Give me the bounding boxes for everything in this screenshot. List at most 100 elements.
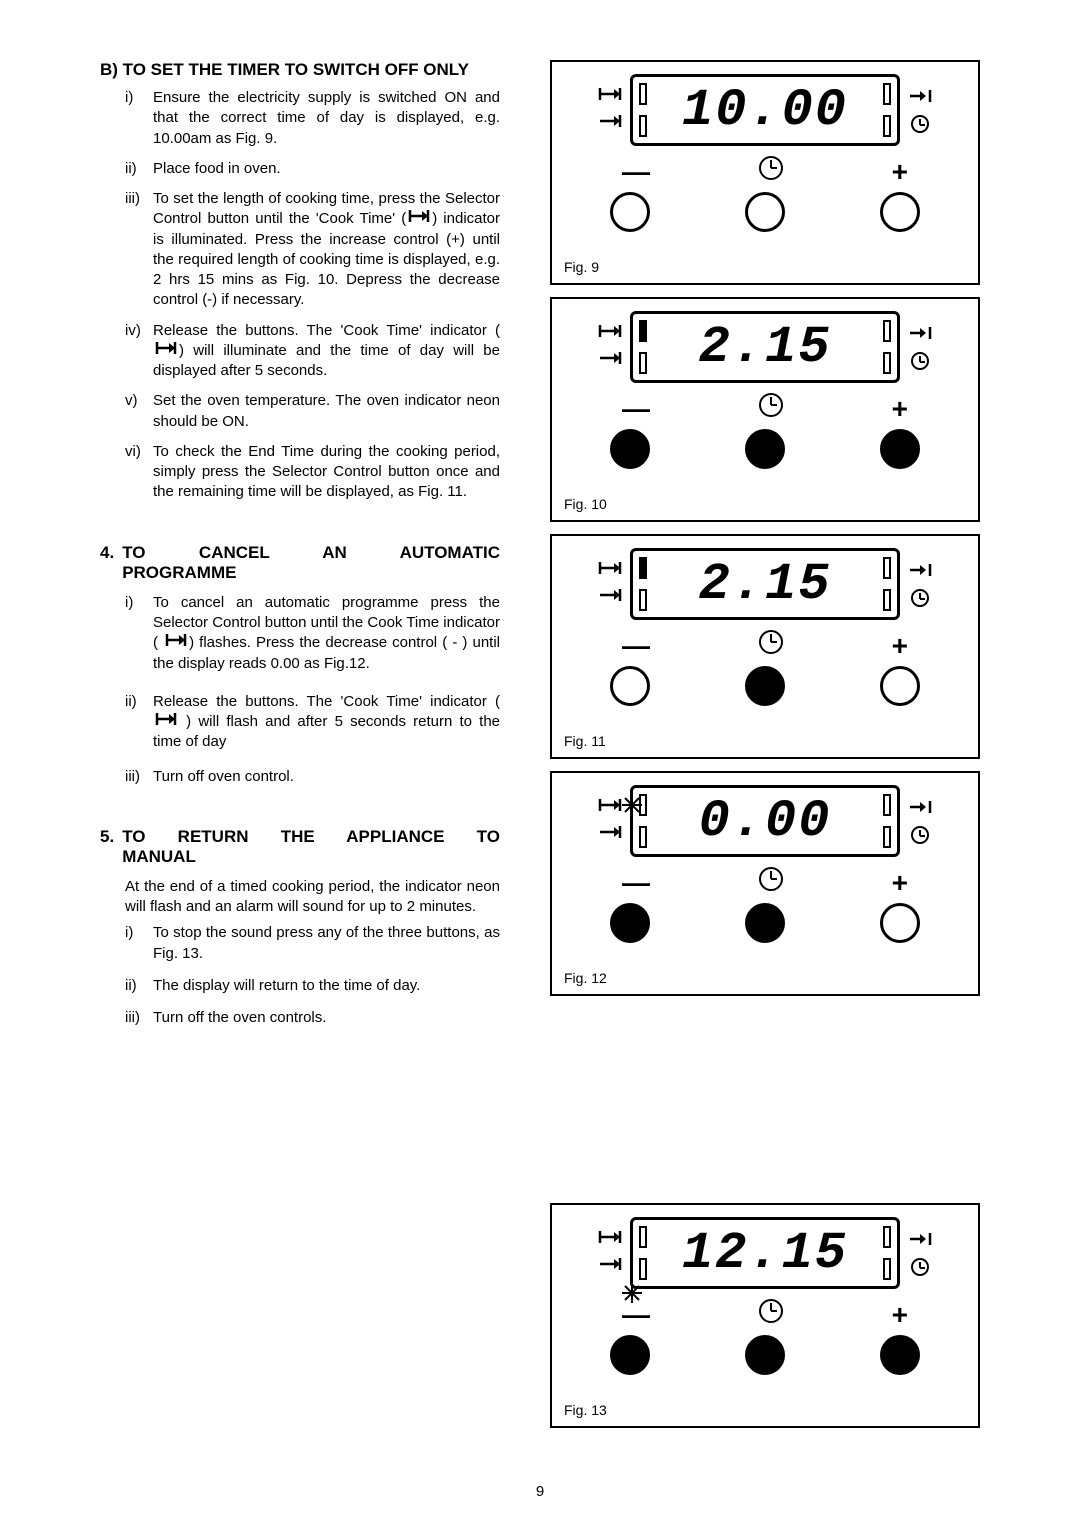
cooktime-icon bbox=[155, 341, 177, 361]
button-row bbox=[562, 429, 968, 469]
cooktime-icon bbox=[408, 209, 430, 229]
button-row bbox=[562, 1335, 968, 1375]
roman: v) bbox=[125, 391, 153, 432]
lcd-display: 12.15 bbox=[630, 1217, 900, 1289]
figure-label: Fig. 13 bbox=[564, 1402, 607, 1418]
right-mode-icons bbox=[908, 88, 932, 133]
left-mode-icons bbox=[598, 797, 622, 845]
timer-display-row: 12.15 bbox=[562, 1217, 968, 1289]
lcd-digits: 10.00 bbox=[682, 81, 848, 140]
cooktime-icon bbox=[598, 797, 622, 818]
plus-symbol: + bbox=[892, 156, 908, 188]
selector-button[interactable] bbox=[745, 429, 785, 469]
item-text: To check the End Time during the cooking… bbox=[153, 442, 500, 503]
control-symbols-row: — + bbox=[562, 393, 968, 425]
decrease-button[interactable] bbox=[610, 666, 650, 706]
minus-symbol: — bbox=[622, 156, 650, 188]
control-symbols-row: — + bbox=[562, 630, 968, 662]
endtime-icon bbox=[908, 1231, 932, 1252]
increase-button[interactable] bbox=[880, 1335, 920, 1375]
lcd-indicator-tr bbox=[883, 1226, 891, 1248]
endtime-icon bbox=[598, 113, 622, 134]
section-4: 4. TO CANCEL AN AUTOMATICPROGRAMME i)To … bbox=[100, 543, 500, 787]
list-item: ii) Release the buttons. The 'Cook Time'… bbox=[125, 692, 500, 753]
section-4-list: i)To cancel an automatic programme press… bbox=[100, 593, 500, 787]
decrease-button[interactable] bbox=[610, 192, 650, 232]
increase-button[interactable] bbox=[880, 903, 920, 943]
figure-label: Fig. 12 bbox=[564, 970, 607, 986]
lcd-display: 0.00 bbox=[630, 785, 900, 857]
figure-label: Fig. 10 bbox=[564, 496, 607, 512]
endtime-icon bbox=[908, 799, 932, 820]
lcd-indicator-br bbox=[883, 589, 891, 611]
lcd-digits: 12.15 bbox=[682, 1224, 848, 1283]
control-symbols-row: — + bbox=[562, 867, 968, 899]
lcd-display: 2.15 bbox=[630, 548, 900, 620]
roman: i) bbox=[125, 923, 153, 964]
control-symbols-row: — + bbox=[562, 156, 968, 188]
figure-9: 10.00 — + Fig. 9 bbox=[550, 60, 980, 285]
right-mode-icons bbox=[908, 562, 932, 607]
lcd-indicator-br bbox=[883, 826, 891, 848]
clock-icon bbox=[759, 156, 783, 180]
section-b: B) TO SET THE TIMER TO SWITCH OFF ONLY i… bbox=[100, 60, 500, 503]
cooktime-icon bbox=[598, 560, 622, 581]
lcd-indicator-tl bbox=[639, 794, 647, 816]
endtime-icon bbox=[598, 350, 622, 371]
clock-icon bbox=[911, 115, 929, 133]
clock-icon bbox=[911, 1258, 929, 1276]
roman: iv) bbox=[125, 321, 153, 382]
button-row bbox=[562, 903, 968, 943]
decrease-button[interactable] bbox=[610, 903, 650, 943]
timer-display-row: 2.15 bbox=[562, 548, 968, 620]
decrease-button[interactable] bbox=[610, 429, 650, 469]
lcd-display: 10.00 bbox=[630, 74, 900, 146]
lcd-indicator-br bbox=[883, 115, 891, 137]
increase-button[interactable] bbox=[880, 192, 920, 232]
right-mode-icons bbox=[908, 1231, 932, 1276]
roman: ii) bbox=[125, 692, 153, 753]
endtime-icon bbox=[908, 562, 932, 583]
clock-icon bbox=[759, 630, 783, 654]
lcd-indicator-tr bbox=[883, 557, 891, 579]
decrease-button[interactable] bbox=[610, 1335, 650, 1375]
increase-button[interactable] bbox=[880, 666, 920, 706]
lcd-digits: 2.15 bbox=[699, 555, 832, 614]
selector-button[interactable] bbox=[745, 666, 785, 706]
minus-symbol: — bbox=[622, 630, 650, 662]
section-4-heading: 4. TO CANCEL AN AUTOMATICPROGRAMME bbox=[100, 543, 500, 583]
clock-icon bbox=[911, 352, 929, 370]
button-row bbox=[562, 666, 968, 706]
lcd-indicator-tl bbox=[639, 320, 647, 342]
clock-icon bbox=[759, 393, 783, 417]
section-5-intro: At the end of a timed cooking period, th… bbox=[100, 877, 500, 918]
lcd-digits: 2.15 bbox=[699, 318, 832, 377]
item-text: Set the oven temperature. The oven indic… bbox=[153, 391, 500, 432]
endtime-icon bbox=[598, 824, 622, 845]
lcd-indicator-bl bbox=[639, 115, 647, 137]
section-5: 5. TO RETURN THE APPLIANCE TOMANUAL At t… bbox=[100, 827, 500, 1029]
left-mode-icons bbox=[598, 560, 622, 608]
lcd-indicator-tl bbox=[639, 1226, 647, 1248]
selector-button[interactable] bbox=[745, 1335, 785, 1375]
selector-button[interactable] bbox=[745, 903, 785, 943]
item-text: The display will return to the time of d… bbox=[153, 976, 500, 996]
list-item: iv)Release the buttons. The 'Cook Time' … bbox=[125, 321, 500, 382]
timer-display-row: 0.00 bbox=[562, 785, 968, 857]
plus-symbol: + bbox=[892, 630, 908, 662]
figure-12: 0.00 — + Fig. 12 bbox=[550, 771, 980, 996]
item-text: Turn off the oven controls. bbox=[153, 1008, 500, 1028]
figure-11: 2.15 — + Fig. 11 bbox=[550, 534, 980, 759]
section-5-heading: 5. TO RETURN THE APPLIANCE TOMANUAL bbox=[100, 827, 500, 867]
left-mode-icons bbox=[598, 323, 622, 371]
endtime-icon bbox=[908, 325, 932, 346]
increase-button[interactable] bbox=[880, 429, 920, 469]
list-item: i)Ensure the electricity supply is switc… bbox=[125, 88, 500, 149]
item-text: Ensure the electricity supply is switche… bbox=[153, 88, 500, 149]
selector-button[interactable] bbox=[745, 192, 785, 232]
lcd-indicator-br bbox=[883, 352, 891, 374]
lcd-digits: 0.00 bbox=[699, 792, 832, 851]
list-item: ii)Place food in oven. bbox=[125, 159, 500, 179]
roman: iii) bbox=[125, 767, 153, 787]
section-b-heading: B) TO SET THE TIMER TO SWITCH OFF ONLY bbox=[100, 60, 500, 80]
